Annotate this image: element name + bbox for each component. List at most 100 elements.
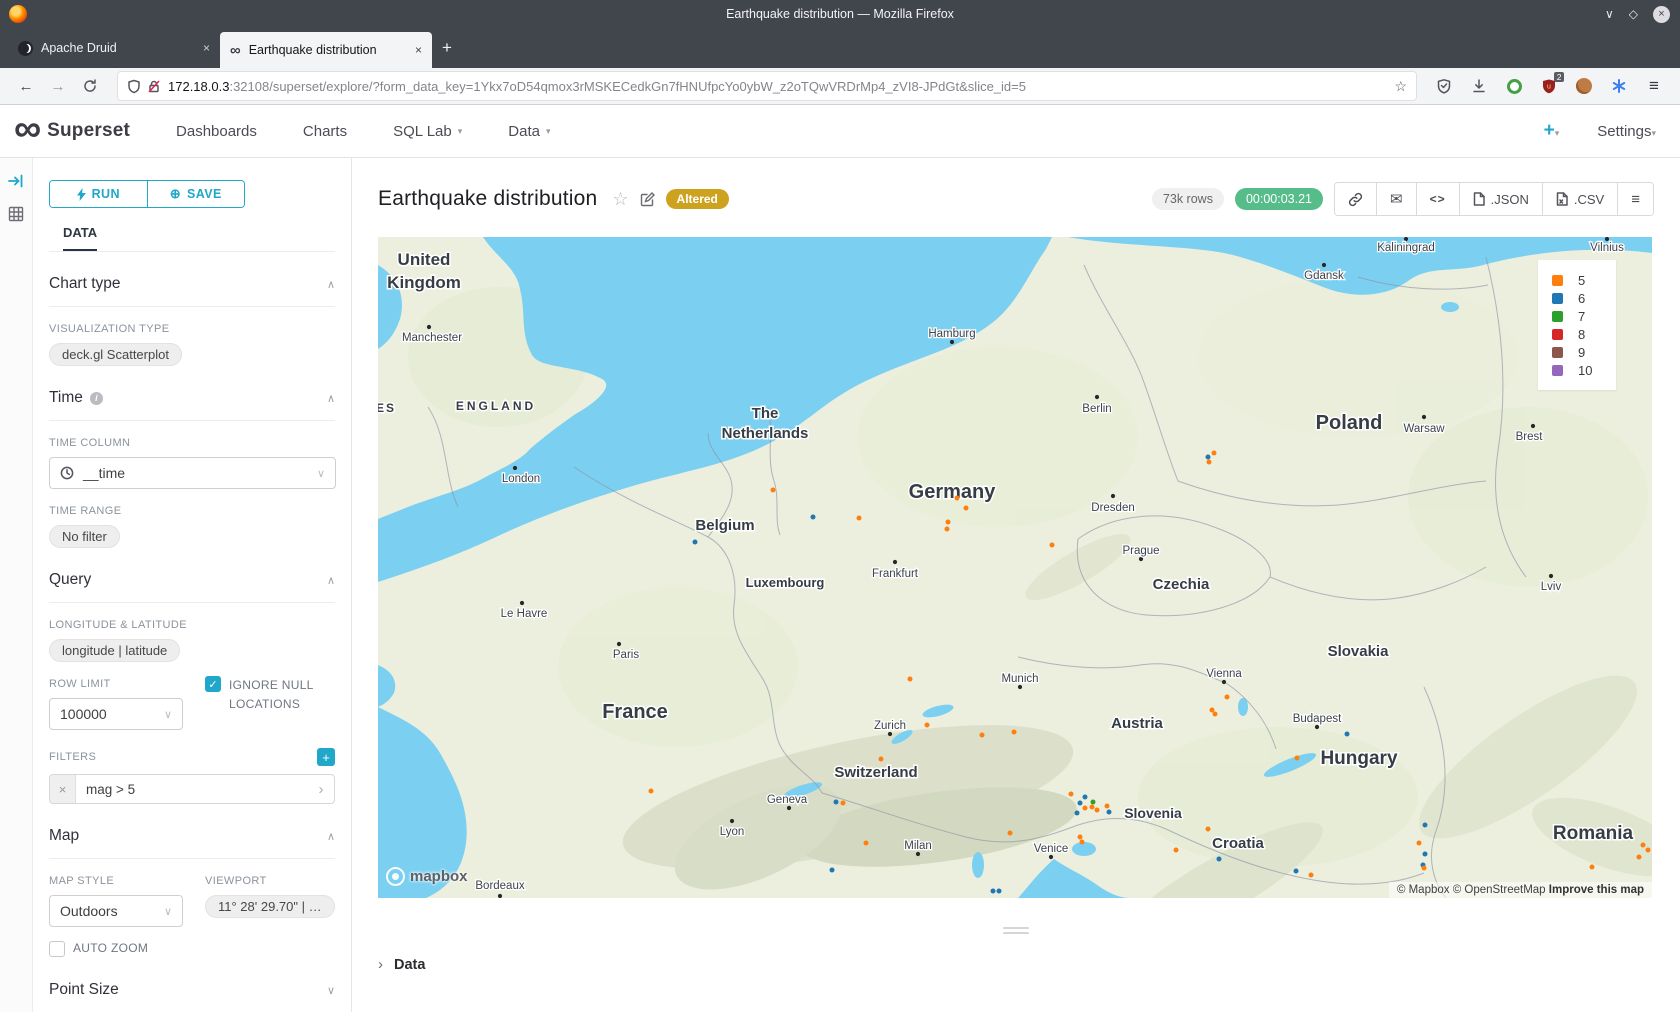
earthquake-point[interactable] (1225, 695, 1230, 700)
earthquake-point[interactable] (1008, 831, 1013, 836)
tab-apache-druid[interactable]: Apache Druid × (8, 31, 220, 65)
earthquake-point[interactable] (879, 757, 884, 762)
earthquake-point[interactable] (1637, 855, 1642, 860)
earthquake-point[interactable] (1590, 865, 1595, 870)
earthquake-point[interactable] (1206, 827, 1211, 832)
earthquake-point[interactable] (1423, 852, 1428, 857)
earthquake-point[interactable] (1212, 451, 1217, 456)
mapbox-logo[interactable]: mapbox (386, 867, 468, 886)
window-maximize-icon[interactable]: ◇ (1629, 7, 1638, 21)
legend-item[interactable]: 7 (1552, 307, 1616, 325)
section-map[interactable]: Map ∧ (49, 827, 335, 859)
auto-zoom-checkbox[interactable] (49, 941, 65, 957)
legend-item[interactable]: 5 (1552, 271, 1616, 289)
earthquake-point[interactable] (1294, 869, 1299, 874)
ignore-null-checkbox[interactable]: ✓ (205, 676, 221, 692)
time-column-select[interactable]: __time ∨ (49, 457, 336, 489)
earthquake-point[interactable] (1641, 843, 1646, 848)
tab-earthquake-distribution[interactable]: ∞ Earthquake distribution × (220, 32, 432, 68)
back-button[interactable]: ← (12, 72, 40, 100)
extension-green-icon[interactable] (1504, 76, 1524, 96)
tab-close-icon[interactable]: × (203, 41, 210, 55)
earthquake-point[interactable] (1083, 795, 1088, 800)
email-button[interactable]: ✉ (1376, 183, 1416, 215)
earthquake-point[interactable] (771, 488, 776, 493)
save-to-pocket-icon[interactable] (1434, 76, 1454, 96)
earthquake-point[interactable] (946, 520, 951, 525)
earthquake-point[interactable] (908, 677, 913, 682)
downloads-icon[interactable] (1469, 76, 1489, 96)
tab-close-icon[interactable]: × (415, 43, 422, 57)
earthquake-point[interactable] (841, 801, 846, 806)
datasource-grid-icon[interactable] (8, 206, 24, 222)
earthquake-point[interactable] (1095, 808, 1100, 813)
export-csv-button[interactable]: .CSV (1542, 183, 1617, 215)
legend-item[interactable]: 6 (1552, 289, 1616, 307)
data-panel-toggle[interactable]: › Data (378, 956, 425, 973)
earthquake-point[interactable] (1213, 712, 1218, 717)
earthquake-point[interactable] (1012, 730, 1017, 735)
basemap[interactable]: ManchesterLondonLe HavreParisBordeauxLyo… (378, 237, 1652, 898)
earthquake-point[interactable] (1417, 841, 1422, 846)
time-range-value[interactable]: No filter (49, 525, 120, 548)
window-close-icon[interactable]: × (1653, 6, 1670, 23)
run-button[interactable]: RUN (50, 181, 148, 207)
embed-code-button[interactable]: <> (1416, 183, 1459, 215)
url-text[interactable]: 172.18.0.3:32108/superset/explore/?form_… (168, 79, 1386, 94)
earthquake-point[interactable] (1075, 811, 1080, 816)
new-tab-button[interactable]: + (442, 38, 452, 58)
lonlat-value[interactable]: longitude | latitude (49, 639, 180, 662)
legend-item[interactable]: 10 (1552, 361, 1616, 379)
bookmark-star-icon[interactable]: ☆ (1394, 78, 1407, 95)
earthquake-point[interactable] (1069, 792, 1074, 797)
earthquake-point[interactable] (1206, 455, 1211, 460)
earthquake-point[interactable] (997, 889, 1002, 894)
earthquake-point[interactable] (811, 515, 816, 520)
chart-menu-button[interactable]: ≡ (1617, 183, 1653, 215)
tab-data[interactable]: DATA (63, 225, 97, 251)
earthquake-point[interactable] (1423, 823, 1428, 828)
earthquake-point[interactable] (945, 527, 950, 532)
nav-dashboards[interactable]: Dashboards (176, 123, 257, 140)
earthquake-point[interactable] (834, 800, 839, 805)
section-chart-type[interactable]: Chart type ∧ (49, 275, 335, 307)
earthquake-point[interactable] (1080, 840, 1085, 845)
insecure-lock-icon[interactable] (147, 79, 161, 94)
section-time[interactable]: Timei ∧ (49, 389, 335, 421)
earthquake-point[interactable] (830, 868, 835, 873)
url-bar[interactable]: 172.18.0.3:32108/superset/explore/?form_… (118, 72, 1416, 100)
superset-brand[interactable]: Superset (47, 120, 130, 142)
legend-item[interactable]: 9 (1552, 343, 1616, 361)
earthquake-point[interactable] (925, 723, 930, 728)
section-query[interactable]: Query ∧ (49, 571, 335, 603)
viz-type-value[interactable]: deck.gl Scatterplot (49, 343, 182, 366)
browser-menu-icon[interactable]: ≡ (1644, 76, 1664, 96)
improve-map-link[interactable]: Improve this map (1549, 884, 1644, 896)
copy-link-button[interactable] (1335, 183, 1376, 215)
earthquake-point[interactable] (1107, 810, 1112, 815)
filter-chip[interactable]: × mag > 5 › (49, 774, 335, 804)
remove-filter-icon[interactable]: × (50, 775, 76, 803)
shield-permissions-icon[interactable] (127, 79, 141, 94)
add-filter-button[interactable]: + (317, 748, 335, 766)
earthquake-point[interactable] (1422, 866, 1427, 871)
asterisk-extension-icon[interactable] (1609, 76, 1629, 96)
earthquake-point[interactable] (1295, 756, 1300, 761)
earthquake-point[interactable] (1174, 848, 1179, 853)
deckgl-map[interactable]: ManchesterLondonLe HavreParisBordeauxLyo… (378, 237, 1652, 898)
panel-resize-handle[interactable] (1003, 924, 1029, 937)
earthquake-point[interactable] (693, 540, 698, 545)
earthquake-point[interactable] (1078, 835, 1083, 840)
map-style-select[interactable]: Outdoors ∨ (49, 895, 183, 927)
forward-button[interactable]: → (44, 72, 72, 100)
earthquake-point[interactable] (964, 506, 969, 511)
earthquake-point[interactable] (1210, 708, 1215, 713)
earthquake-point[interactable] (1646, 848, 1651, 853)
chevron-right-icon[interactable]: › (308, 775, 334, 803)
nav-charts[interactable]: Charts (303, 123, 347, 140)
section-point-size[interactable]: Point Size ∨ (49, 981, 335, 1012)
cookie-extension-icon[interactable] (1574, 76, 1594, 96)
earthquake-point[interactable] (1083, 806, 1088, 811)
settings-menu[interactable]: Settings▾ (1597, 123, 1656, 140)
add-new-button[interactable]: +▾ (1544, 120, 1560, 142)
